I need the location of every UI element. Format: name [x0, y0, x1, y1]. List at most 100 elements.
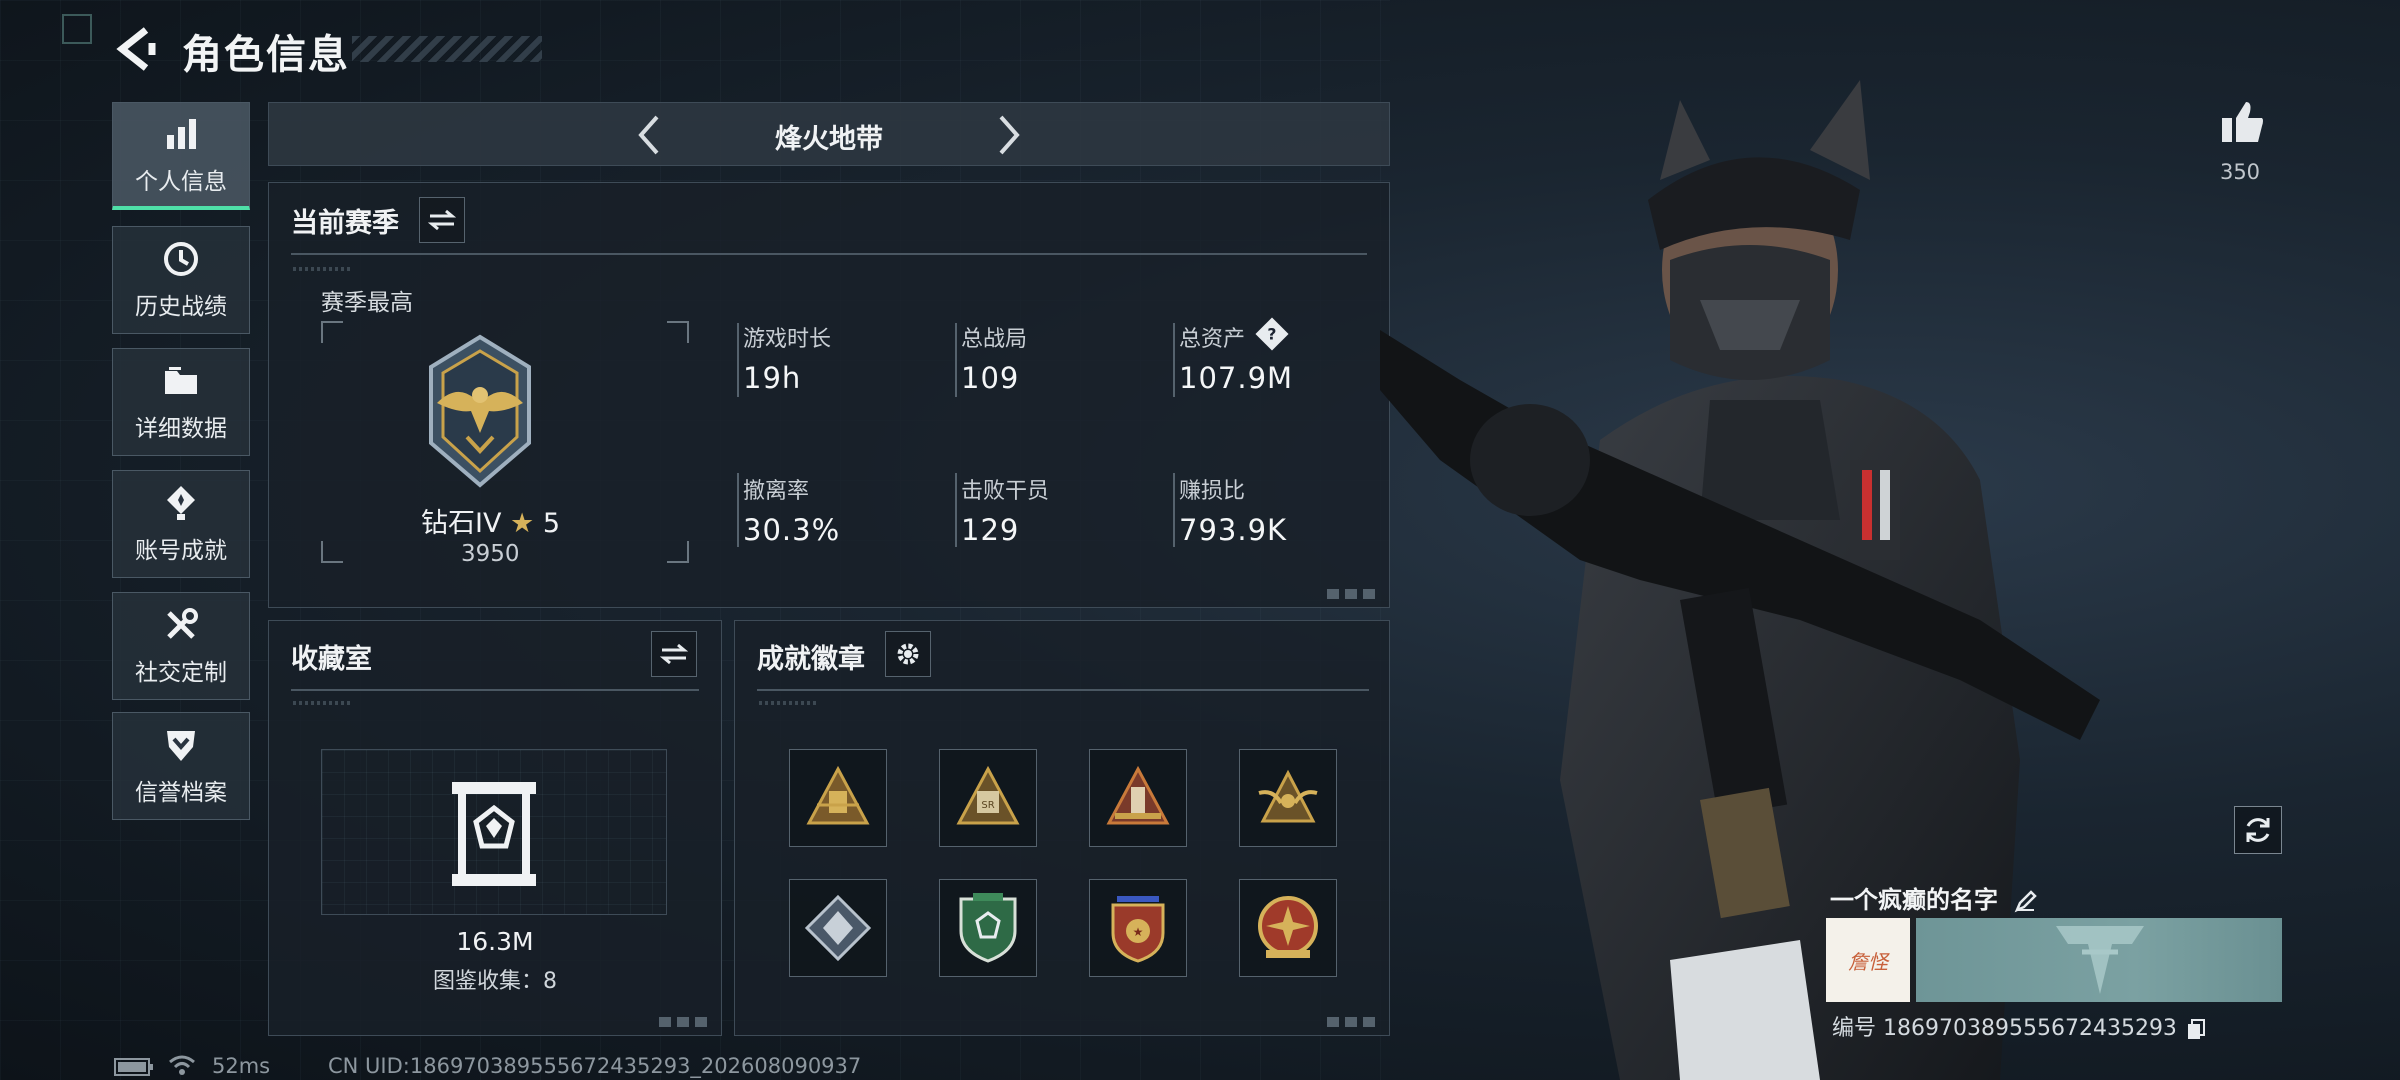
ping-text: 52ms — [212, 1054, 271, 1078]
corner-decoration — [1327, 1017, 1381, 1027]
collection-switch-button[interactable] — [651, 631, 697, 677]
player-name-row: 一个疯癫的名字 — [1830, 880, 2038, 915]
badges-settings-button[interactable] — [885, 631, 931, 677]
stat-label-profit-ratio: 赚损比 — [1179, 479, 1246, 504]
stat-label-total-matches: 总战局 — [961, 327, 1028, 352]
history-icon — [161, 239, 201, 279]
corner-decoration — [659, 1017, 713, 1027]
corner-decoration — [1327, 589, 1381, 599]
nav-item-reputation[interactable]: 信誉档案 — [112, 712, 250, 820]
stat-value-playtime: 19h — [743, 361, 802, 395]
nav-item-history[interactable]: 历史战绩 — [112, 226, 250, 334]
achievement-badge[interactable] — [789, 879, 887, 977]
thumbs-up-icon[interactable] — [2218, 98, 2266, 146]
achievement-badge[interactable] — [939, 879, 1037, 977]
nameplate-emblem-icon — [2056, 926, 2144, 994]
badges-heading: 成就徽章 — [757, 644, 865, 675]
achievement-badge[interactable] — [789, 749, 887, 847]
winged-triangle-badge-icon — [1258, 769, 1318, 823]
nameplate-card[interactable] — [1916, 918, 2282, 1002]
frame-corner — [321, 321, 343, 343]
rank-emblem-icon — [429, 334, 531, 488]
red-round-badge-icon — [1258, 896, 1318, 958]
stat-label-playtime: 游戏时长 — [743, 327, 832, 352]
battery-icon — [114, 1058, 153, 1076]
help-icon[interactable]: ? — [1255, 317, 1289, 351]
signature-card[interactable]: 詹怪 — [1826, 918, 1910, 1002]
collection-value: 16.3M — [456, 927, 534, 956]
stat-value-profit-ratio: 793.9K — [1179, 513, 1288, 547]
copy-icon[interactable] — [2186, 1018, 2206, 1040]
nav-label: 历史战绩 — [135, 294, 227, 320]
stat-divider — [955, 473, 957, 547]
green-shield-badge-icon — [959, 893, 1017, 963]
swap-icon — [428, 209, 456, 231]
stat-divider — [737, 473, 739, 547]
player-id: 编号 186970389555672435293 — [1832, 1016, 2177, 1041]
page-title: 角色信息 — [182, 32, 350, 78]
stat-value-kills: 129 — [961, 513, 1020, 547]
wifi-icon — [169, 1055, 195, 1075]
red-triangle-badge-icon — [1106, 765, 1170, 825]
badges-panel: 成就徽章 SR ★ — [734, 620, 1390, 1036]
achievement-badge[interactable] — [1089, 749, 1187, 847]
rank-stars: 5 — [542, 508, 561, 539]
uid-text: CN UID:186970389555672435293_20260809093… — [328, 1054, 862, 1078]
gear-icon — [897, 643, 919, 665]
nav-item-personal-info[interactable]: 个人信息 — [112, 102, 250, 210]
silver-diamond-badge-icon — [804, 894, 872, 962]
swap-icon — [660, 643, 688, 665]
collection-preview[interactable] — [321, 749, 667, 915]
achievement-badge[interactable] — [1239, 879, 1337, 977]
achievement-badge[interactable]: SR — [939, 749, 1037, 847]
nav-label: 个人信息 — [135, 168, 227, 195]
season-panel: 当前赛季 赛季最高 钻石IV ★ 5 3950 游戏时长 19h 总战局 109… — [268, 182, 1390, 608]
collection-panel: 收藏室 16.3M 图鉴收集：8 — [268, 620, 722, 1036]
nav-item-social[interactable]: 社交定制 — [112, 592, 250, 700]
shield-chevron-icon — [161, 725, 201, 765]
rotate-model-button[interactable] — [2234, 806, 2282, 854]
nav-label: 详细数据 — [135, 416, 227, 442]
achievement-badge[interactable] — [1239, 749, 1337, 847]
frame-corner — [667, 321, 689, 343]
player-name: 一个疯癫的名字 — [1830, 886, 1998, 914]
divider — [757, 689, 1369, 691]
season-heading: 当前赛季 — [291, 208, 399, 239]
divider — [291, 253, 1367, 255]
divider — [291, 689, 699, 691]
frame-corner — [321, 541, 343, 563]
nav-label: 社交定制 — [135, 660, 227, 686]
svg-text:★: ★ — [1133, 925, 1144, 939]
vault-showcase-icon — [452, 782, 536, 886]
sr-triangle-badge-icon: SR — [956, 765, 1020, 825]
stat-label-total-assets: 总资产 — [1179, 327, 1246, 352]
rank-name: 钻石IV — [421, 508, 502, 539]
tools-icon — [161, 605, 201, 645]
stat-value-total-assets: 107.9M — [1179, 361, 1294, 395]
svg-text:SR: SR — [981, 800, 994, 811]
nav-item-achievements[interactable]: 账号成就 — [112, 470, 250, 578]
stat-divider — [737, 323, 739, 397]
collection-heading: 收藏室 — [291, 644, 372, 675]
player-id-row: 编号 186970389555672435293 — [1832, 1010, 2206, 1042]
mode-title: 烽火地带 — [775, 124, 883, 155]
star-shield-badge-icon: ★ — [1111, 896, 1165, 963]
nav-item-detailed-data[interactable]: 详细数据 — [112, 348, 250, 456]
stat-value-total-matches: 109 — [961, 361, 1020, 395]
corner-frame-icon — [62, 14, 92, 44]
stat-value-extraction-rate: 30.3% — [743, 513, 841, 547]
catalog-count: 图鉴收集：8 — [433, 969, 557, 994]
chevron-right-icon[interactable] — [989, 113, 1029, 157]
star-icon: ★ — [510, 508, 535, 539]
back-arrow-icon[interactable] — [112, 24, 156, 74]
achievement-icon — [161, 483, 201, 523]
dots-decoration — [293, 267, 353, 271]
title-stripes-decoration — [352, 36, 542, 62]
stat-label-extraction-rate: 撤离率 — [743, 479, 810, 504]
rank-score: 3950 — [461, 541, 520, 567]
season-switch-button[interactable] — [419, 197, 465, 243]
stat-divider — [955, 323, 957, 397]
achievement-badge[interactable]: ★ — [1089, 879, 1187, 977]
edit-icon[interactable] — [2014, 889, 2038, 913]
bar-chart-icon — [161, 114, 201, 154]
